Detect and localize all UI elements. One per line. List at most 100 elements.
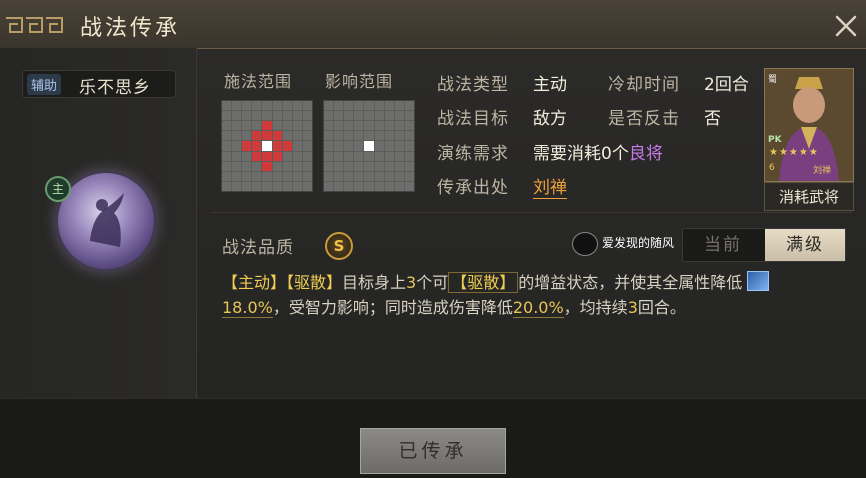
grid-cell [282,141,292,151]
grid-cell [354,161,364,171]
grid-cell [282,151,292,161]
grid-cell [252,161,262,171]
current-level-tab[interactable]: 当前 [683,229,763,261]
grid-cell [324,101,334,111]
grid-cell [272,181,282,191]
grid-cell [222,161,232,171]
hero-stars: ★★★★★ [769,147,819,158]
skill-type-label: 战法类型 [437,75,509,95]
grid-cell [282,131,292,141]
hero-portrait-card[interactable]: 蜀 PK ★★★★★ 6 刘禅 [764,68,854,182]
skill-description: 【主动】【驱散】目标身上3个可 【驱散】 的增益状态，并使其全属性降低 18.0%，… [222,270,847,320]
grid-cell [262,161,272,171]
grid-cell [324,141,334,151]
desc-text: 个可 [416,273,449,292]
grid-cell [252,171,262,181]
grid-cell [292,141,302,151]
grid-cell [262,141,272,151]
grid-cell [364,131,374,141]
buff-icon [747,271,770,291]
grid-cell [404,111,414,121]
grid-cell [404,101,414,111]
grid-cell [242,121,252,131]
training-hero-grade: 良将 [628,144,663,164]
desc-text: 目标身上 [342,273,407,292]
grid-cell [262,101,272,111]
level-toggle: 当前 满级 [682,228,846,262]
desc-text: 回合。 [637,298,686,317]
cooldown-value: 2回合 [704,75,749,95]
grid-cell [222,141,232,151]
cooldown-label: 冷却时间 [608,75,680,95]
inherited-button[interactable]: 已传承 [360,428,506,474]
title-ornament-icon [6,17,63,33]
grid-cell [374,111,384,121]
grid-cell [302,171,312,181]
window-title: 战法传承 [80,16,181,41]
watermark-logo-icon [572,232,598,256]
grid-cell [242,111,252,121]
desc-text: ，受智力影响；同时造成伤害降低 [272,298,513,317]
grid-cell [394,151,404,161]
grid-cell [302,181,312,191]
grid-cell [292,131,302,141]
close-icon[interactable] [832,12,860,40]
grid-cell [364,141,374,151]
training-prefix: 需要消耗0个 [533,144,629,164]
grid-cell [242,101,252,111]
grid-cell [292,111,302,121]
grid-cell [354,141,364,151]
training-value: 需要消耗0个良将 [533,139,663,164]
effect-range-grid [323,100,415,192]
grid-cell [344,171,354,181]
grid-cell [354,111,364,121]
grid-cell [222,121,232,131]
title-bar: 战法传承 [0,0,866,49]
grid-cell [302,161,312,171]
grid-cell [252,101,262,111]
desc-damage-reduction: 20.0% [512,298,564,318]
max-level-tab[interactable]: 满级 [765,229,845,261]
grid-cell [242,141,252,151]
grid-cell [394,171,404,181]
grid-cell [344,151,354,161]
grid-cell [282,181,292,191]
desc-num: 3 [406,273,417,292]
grid-cell [292,101,302,111]
grid-cell [292,161,302,171]
grid-cell [334,111,344,121]
hero-portrait-icon [765,69,853,181]
skill-orb-icon [58,173,154,269]
grid-cell [324,121,334,131]
grid-cell [374,181,384,191]
grid-cell [404,151,414,161]
grid-cell [262,181,272,191]
grid-cell [374,171,384,181]
grid-cell [354,101,364,111]
grid-cell [292,151,302,161]
grid-cell [334,101,344,111]
hero-faction-tag: 蜀 [768,75,778,85]
grid-cell [262,151,272,161]
grid-cell [292,181,302,191]
grid-cell [282,161,292,171]
desc-tag-active: 【主动】 [222,273,287,292]
grid-cell [374,101,384,111]
quality-label: 战法品质 [222,238,294,258]
grid-cell [384,111,394,121]
skill-type-value: 主动 [533,75,567,95]
grid-cell [384,171,394,181]
grid-cell [282,121,292,131]
grid-cell [272,151,282,161]
grid-cell [232,101,242,111]
source-hero-link[interactable]: 刘禅 [533,173,567,199]
grid-cell [232,131,242,141]
desc-duration: 3 [627,298,638,317]
grid-cell [374,161,384,171]
grid-cell [334,161,344,171]
grid-cell [394,101,404,111]
grid-cell [232,161,242,171]
grid-cell [252,151,262,161]
grid-cell [302,151,312,161]
grid-cell [252,131,262,141]
